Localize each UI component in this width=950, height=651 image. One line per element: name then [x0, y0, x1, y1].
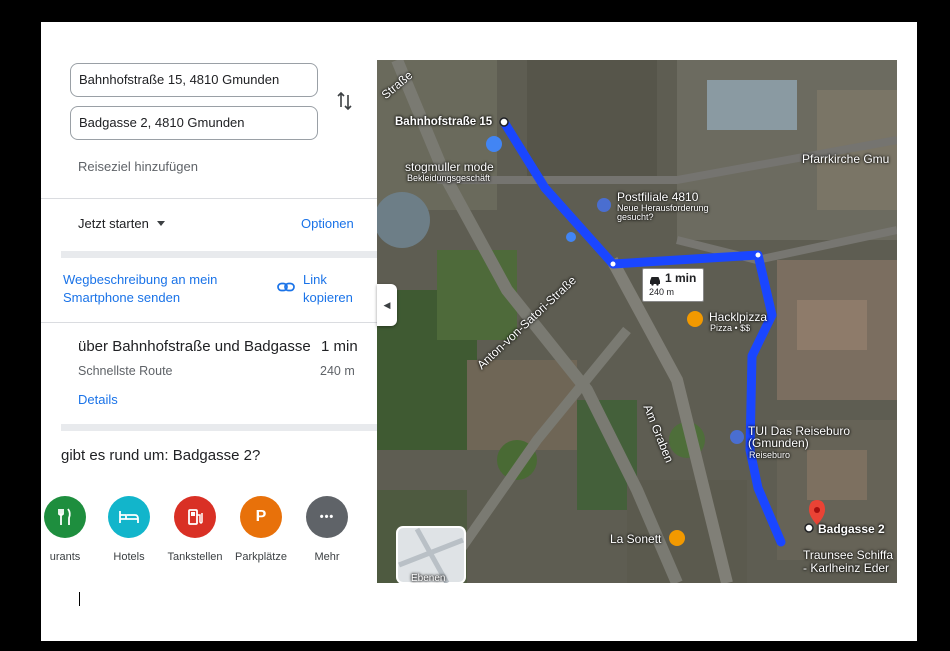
collapse-panel-button[interactable]: ◀: [377, 284, 397, 326]
send-to-phone-link[interactable]: Wegbeschreibung an mein Smartphone sende…: [63, 271, 263, 307]
add-destination-button[interactable]: Reiseziel hinzufügen: [78, 159, 198, 174]
route-duration-callout[interactable]: 1 min 240 m: [642, 268, 704, 302]
place-sub-label: Bekleidungsgeschäft: [407, 173, 491, 183]
divider: [41, 322, 377, 323]
callout-duration: 1 min: [665, 271, 697, 285]
hotel-icon: [108, 496, 150, 538]
section-divider: [61, 251, 377, 258]
divider: [41, 198, 377, 199]
category-label: Mehr: [314, 551, 340, 563]
place-label[interactable]: Traunsee Schiffa: [803, 548, 893, 562]
place-sub-label: Pizza • $$: [710, 323, 751, 333]
parking-icon: P: [240, 496, 282, 538]
send-to-phone-line2: Smartphone senden: [63, 290, 181, 305]
swap-vert-icon[interactable]: [335, 90, 355, 112]
route-title[interactable]: über Bahnhofstraße und Badgasse: [78, 338, 311, 355]
copy-link-line1: Link: [303, 272, 327, 287]
satellite-map[interactable]: Straße Bahnhofstraße 15 stogmuller mode …: [377, 60, 897, 583]
callout-distance: 240 m: [649, 287, 675, 297]
map-imagery: [377, 60, 897, 583]
car-icon: [649, 273, 661, 286]
category-more[interactable]: ••• Mehr: [287, 496, 367, 563]
nearby-heading: gibt es rund um: Badgasse 2?: [61, 447, 261, 464]
options-button[interactable]: Optionen: [301, 216, 354, 231]
more-glyph: •••: [319, 511, 335, 523]
link-icon[interactable]: [277, 280, 295, 294]
place-sub-label: gesucht?: [617, 212, 654, 222]
place-label[interactable]: La Sonett: [610, 532, 661, 546]
route-distance: 240 m: [320, 364, 355, 378]
chevron-left-icon: ◀: [383, 299, 391, 310]
place-label[interactable]: stogmuller mode: [405, 160, 494, 174]
directions-panel: Bahnhofstraße 15, 4810 Gmunden Badgasse …: [41, 22, 377, 641]
place-label: (Gmunden): [748, 436, 809, 450]
place-label: - Karlheinz Eder: [803, 561, 890, 575]
app-frame: Bahnhofstraße 15, 4810 Gmunden Badgasse …: [41, 22, 917, 641]
route-duration: 1 min: [321, 338, 358, 355]
route-subtitle: Schnellste Route: [78, 364, 173, 378]
place-label[interactable]: Postfiliale 4810: [617, 190, 698, 204]
place-sub-label: Reiseburo: [749, 450, 791, 460]
origin-map-label[interactable]: Bahnhofstraße 15: [395, 116, 492, 128]
place-label[interactable]: Hacklpizza: [709, 310, 767, 324]
place-label[interactable]: Pfarrkirche Gmu: [802, 152, 889, 166]
caret-down-icon: [156, 221, 165, 226]
restaurant-icon: [44, 496, 86, 538]
text-cursor: [79, 592, 80, 606]
parking-glyph: P: [255, 508, 267, 525]
depart-time-label: Jetzt starten: [78, 216, 149, 231]
gas-station-icon: [174, 496, 216, 538]
details-link[interactable]: Details: [78, 392, 118, 407]
destination-input[interactable]: Badgasse 2, 4810 Gmunden: [70, 106, 318, 140]
send-to-phone-line1: Wegbeschreibung an mein: [63, 272, 218, 287]
more-icon: •••: [306, 496, 348, 538]
origin-input[interactable]: Bahnhofstraße 15, 4810 Gmunden: [70, 63, 318, 97]
section-divider: [61, 424, 377, 431]
copy-link-line2: kopieren: [303, 290, 353, 305]
layers-button[interactable]: Ebenen: [411, 573, 445, 583]
depart-time-dropdown[interactable]: Jetzt starten: [78, 216, 165, 231]
copy-link-button[interactable]: Link kopieren: [303, 271, 353, 307]
destination-map-label[interactable]: Badgasse 2: [818, 522, 885, 536]
